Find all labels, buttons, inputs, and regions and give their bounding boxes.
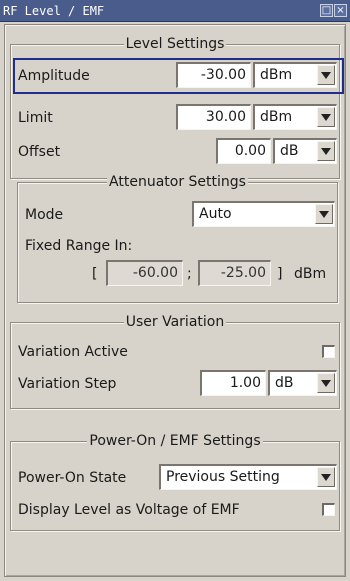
limit-input[interactable]: 30.00 [176,104,251,130]
window-titlebar: RF Level / EMF □ × [0,0,350,22]
chevron-down-icon[interactable] [317,373,335,393]
fixed-range-min-input: -60.00 [106,260,183,286]
range-close-bracket: ] [277,266,283,282]
amplitude-unit-value: dBm [260,67,293,83]
display-level-label: Display Level as Voltage of EMF [18,502,240,518]
power-on-state-value: Previous Setting [166,469,280,485]
variation-step-label: Variation Step [18,376,117,392]
chevron-down-icon[interactable] [317,141,335,161]
variation-active-label: Variation Active [18,344,128,360]
power-on-state-select[interactable]: Previous Setting [159,464,337,490]
fixed-range-label: Fixed Range In: [25,238,133,254]
window-title: RF Level / EMF [3,4,105,18]
maximize-icon[interactable]: □ [320,4,333,17]
mode-value: Auto [199,206,232,222]
power-on-state-label: Power-On State [18,470,127,486]
chevron-down-icon[interactable] [317,65,335,85]
range-open-bracket: [ [92,266,98,282]
display-level-checkbox[interactable] [322,503,335,516]
user-variation-title: User Variation [123,314,227,330]
mode-label: Mode [25,207,64,223]
level-settings-title: Level Settings [123,36,227,52]
variation-active-checkbox[interactable] [322,345,335,358]
power-on-emf-title: Power-On / EMF Settings [87,433,263,449]
limit-label: Limit [18,110,53,126]
chevron-down-icon[interactable] [315,204,333,224]
offset-input[interactable]: 0.00 [216,138,271,164]
chevron-down-icon[interactable] [317,467,335,487]
offset-label: Offset [18,144,61,160]
amplitude-label: Amplitude [18,68,90,84]
fixed-range-max-input: -25.00 [198,260,271,286]
offset-unit-select[interactable]: dB [273,138,337,164]
offset-unit-value: dB [280,143,299,159]
chevron-down-icon[interactable] [317,107,335,127]
limit-unit-value: dBm [260,109,293,125]
amplitude-unit-select[interactable]: dBm [253,62,337,88]
attenuator-settings-title: Attenuator Settings [107,174,248,190]
range-separator: ; [187,266,192,282]
variation-step-unit-select[interactable]: dB [268,370,337,396]
close-icon[interactable]: × [334,4,347,17]
window-controls: □ × [320,4,347,18]
variation-step-unit-value: dB [275,375,294,391]
variation-step-input[interactable]: 1.00 [200,370,266,396]
range-unit: dBm [294,266,327,282]
limit-unit-select[interactable]: dBm [253,104,337,130]
mode-select[interactable]: Auto [192,201,335,227]
amplitude-input[interactable]: -30.00 [176,62,251,88]
main-panel: Level Settings Amplitude -30.00 dBm Limi… [4,24,346,577]
